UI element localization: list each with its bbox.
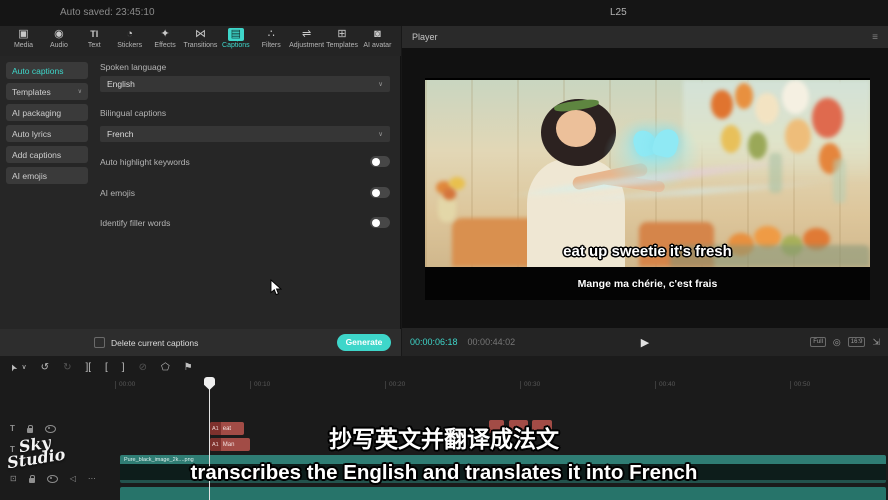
video-preview[interactable]: eat up sweetie it's fresh Mange ma chéri… [425, 78, 870, 300]
video-caption-secondary: Mange ma chérie, c'est frais [425, 278, 870, 290]
delete-captions-label: Delete current captions [111, 338, 198, 348]
overlay-subtitle-chinese: 抄写英文并翻译成法文 [0, 420, 888, 454]
tab-adjustment[interactable]: ⇌Adjustment [289, 28, 324, 56]
captions-icon: ▤ [228, 28, 244, 41]
ratio-badge[interactable]: 16:9 [848, 337, 866, 347]
player-header: Player ≡ [402, 26, 888, 48]
effects-icon: ✦ [160, 28, 169, 41]
sidebar-item-ai-emojis[interactable]: AI emojis [6, 167, 88, 184]
current-time: 00:00:06:18 [410, 337, 458, 347]
playhead-handle[interactable] [204, 377, 215, 390]
left-panel: ▣Media ◉Audio TIText ◔Stickers ✦Effects … [0, 26, 401, 356]
tab-effects[interactable]: ✦Effects [148, 28, 183, 56]
tab-text[interactable]: TIText [77, 28, 112, 56]
top-bar: Auto saved: 23:45:10 L25 [0, 0, 888, 26]
cursor-chevron-icon[interactable]: ∨ [22, 363, 27, 371]
bilingual-captions-label: Bilingual captions [100, 108, 166, 118]
chevron-down-icon: ∨ [78, 88, 82, 95]
generate-button[interactable]: Generate [337, 334, 391, 351]
app-window: Auto saved: 23:45:10 L25 ▣Media ◉Audio T… [0, 0, 888, 500]
delete-captions-checkbox[interactable] [94, 337, 105, 348]
tab-templates[interactable]: ⊞Templates [325, 28, 360, 56]
tab-media[interactable]: ▣Media [6, 28, 41, 56]
ai-emojis-row: AI emojis [100, 187, 390, 198]
tab-ai-avatar[interactable]: ◙AI avatar [360, 28, 395, 56]
bilingual-captions-select[interactable]: French ∨ [100, 126, 390, 142]
chevron-down-icon: ∨ [378, 80, 383, 88]
stickers-icon: ◔ [126, 28, 133, 41]
adjustment-icon: ⇌ [302, 28, 311, 41]
trim-left-icon[interactable]: [ [105, 362, 108, 373]
auto-highlight-toggle[interactable] [370, 156, 390, 167]
filler-words-toggle[interactable] [370, 217, 390, 228]
select-cursor-icon[interactable]: ➤ [10, 362, 18, 373]
text-icon: TI [90, 28, 98, 41]
chevron-down-icon: ∨ [378, 130, 383, 138]
video-frame [425, 80, 870, 267]
captions-sidebar: Auto captions Templates∨ AI packaging Au… [6, 62, 88, 188]
auto-highlight-row: Auto highlight keywords [100, 156, 390, 167]
spoken-language-select[interactable]: English ∨ [100, 76, 390, 92]
mouse-cursor [270, 279, 283, 297]
captions-panel-footer: Delete current captions Generate [0, 329, 401, 356]
auto-captions-settings: Spoken language English ∨ Bilingual capt… [100, 60, 390, 320]
player-panel: Player ≡ [402, 26, 888, 356]
main-toolbar: ▣Media ◉Audio TIText ◔Stickers ✦Effects … [0, 26, 401, 56]
play-button[interactable]: ▶ [641, 336, 649, 349]
quality-badge[interactable]: Full [810, 337, 826, 347]
mask-icon[interactable]: ⬠ [161, 362, 170, 373]
audio-clip[interactable] [120, 487, 886, 500]
tab-filters[interactable]: ∴Filters [254, 28, 289, 56]
tab-captions[interactable]: ▤Captions [218, 28, 253, 56]
transitions-icon: ⋈ [195, 28, 206, 41]
video-caption-primary: eat up sweetie it's fresh [425, 243, 870, 260]
tab-stickers[interactable]: ◔Stickers [112, 28, 147, 56]
timeline-toolbar: ➤ ∨ ↺ ↻ ][ [ ] ⊘ ⬠ ⚑ [0, 356, 888, 378]
sidebar-item-templates[interactable]: Templates∨ [6, 83, 88, 100]
filler-words-row: Identify filler words [100, 217, 390, 228]
audio-icon: ◉ [54, 28, 64, 41]
sidebar-item-auto-lyrics[interactable]: Auto lyrics [6, 125, 88, 142]
undo-icon[interactable]: ↺ [41, 362, 49, 373]
tab-audio[interactable]: ◉Audio [41, 28, 76, 56]
tab-transitions[interactable]: ⋈Transitions [183, 28, 218, 56]
video-stage: eat up sweetie it's fresh Mange ma chéri… [402, 48, 888, 328]
player-controls: 00:00:06:18 00:00:44:02 ▶ Full ◎ 16:9 ⇲ [402, 328, 888, 356]
menu-icon[interactable]: ≡ [872, 32, 878, 43]
player-title: Player [412, 32, 438, 42]
spoken-language-label: Spoken language [100, 62, 166, 72]
flower-bouquet [701, 80, 870, 211]
sidebar-item-auto-captions[interactable]: Auto captions [6, 62, 88, 79]
total-duration: 00:00:44:02 [468, 337, 516, 347]
redo-icon[interactable]: ↻ [63, 362, 71, 373]
filters-icon: ∴ [268, 28, 275, 41]
autosave-status: Auto saved: 23:45:10 [60, 7, 155, 18]
sidebar-item-add-captions[interactable]: Add captions [6, 146, 88, 163]
marker-icon[interactable]: ⚑ [184, 362, 193, 373]
split-icon[interactable]: ][ [85, 362, 91, 373]
focus-icon[interactable]: ◎ [833, 337, 841, 348]
ai-emojis-toggle[interactable] [370, 187, 390, 198]
sidebar-item-ai-packaging[interactable]: AI packaging [6, 104, 88, 121]
templates-icon: ⊞ [337, 28, 346, 41]
media-icon: ▣ [18, 28, 28, 41]
window-label: L25 [610, 7, 627, 18]
overlay-subtitle-english: transcribes the English and translates i… [0, 461, 888, 485]
ai-avatar-icon: ◙ [374, 28, 381, 41]
fullscreen-icon[interactable]: ⇲ [872, 337, 880, 348]
trim-right-icon[interactable]: ] [122, 362, 125, 373]
delete-icon[interactable]: ⊘ [139, 362, 147, 373]
